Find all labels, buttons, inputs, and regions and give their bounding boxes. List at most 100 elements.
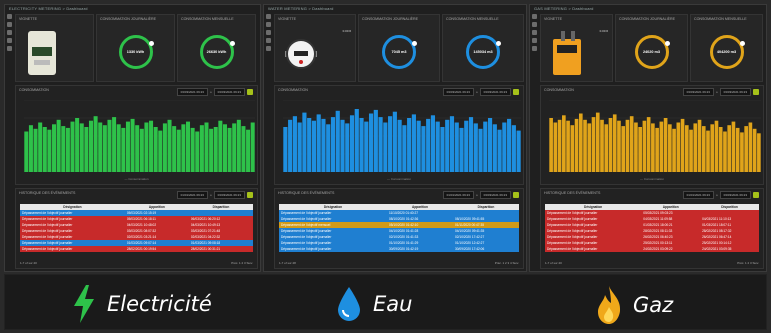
consumption-chart [283, 100, 521, 172]
chart-bar [454, 122, 459, 172]
date-separator: a [715, 193, 718, 197]
utility-legend-bar: Electricité Eau Gaz [4, 274, 767, 330]
category-water: Eau [335, 285, 412, 323]
apply-date-button[interactable] [753, 89, 759, 95]
event-date-to-input[interactable]: 03/03/2021 09:23 [719, 191, 751, 199]
date-from-input[interactable]: 03/03/2021 09:23 [682, 88, 714, 96]
chart-icon[interactable] [532, 22, 537, 27]
chart-bar [680, 118, 685, 172]
date-from-input[interactable]: 03/03/2021 09:23 [442, 88, 474, 96]
daily-label: CONSOMMATION JOURNALIÈRE [619, 17, 676, 21]
pager-count: 1-7 of sur 20 [20, 261, 37, 265]
flame-icon [598, 286, 621, 324]
table-row[interactable]: Dépassement de l'objectif journalier 24/… [545, 246, 759, 252]
home-icon[interactable] [7, 14, 12, 19]
table-row[interactable]: Dépassement de l'objectif journalier 30/… [279, 246, 519, 252]
daily-label: CONSOMMATION JOURNALIÈRE [362, 17, 419, 21]
category-gas: Gaz [595, 285, 673, 325]
chart-bar [587, 123, 592, 172]
apply-date-button[interactable] [513, 192, 519, 198]
gauge-indicator-icon [229, 40, 235, 46]
list-icon[interactable] [266, 30, 271, 35]
chart-bar [655, 127, 659, 172]
settings-icon[interactable] [266, 38, 271, 43]
home-icon[interactable] [532, 14, 537, 19]
pager-controls[interactable]: Préc. 1 2 3 Suiv. [231, 261, 253, 265]
event-date-to-input[interactable]: 03/03/2021 09:23 [213, 191, 245, 199]
event-date-to-input[interactable]: 03/03/2021 09:23 [479, 191, 511, 199]
chart-bar [570, 125, 575, 172]
chart-bar [723, 131, 727, 172]
chart-bar [181, 124, 186, 172]
date-to-input[interactable]: 03/03/2021 09:23 [479, 88, 511, 96]
list-icon[interactable] [7, 30, 12, 35]
chart-bar [135, 125, 140, 172]
list-icon[interactable] [532, 30, 537, 35]
chart-icon[interactable] [266, 22, 271, 27]
chart-bar [430, 115, 436, 172]
pager-controls[interactable]: Préc. 1 2 3 4 Suiv. [495, 261, 519, 265]
chart-legend: — Consommation [386, 177, 412, 181]
panel-sidebar [266, 14, 272, 54]
category-label-gas: Gaz [633, 293, 674, 317]
chart-bar [735, 127, 740, 172]
table-pager: 1-7 of sur 28 Préc. 1 2 3 4 Suiv. [279, 261, 519, 265]
table-row[interactable]: Dépassement de l'objectif journalier 28/… [20, 246, 253, 252]
monthly-label: CONSOMMATION MENSUELLE [446, 17, 499, 21]
chart-bar [426, 118, 431, 172]
date-to-input[interactable]: 03/03/2021 09:23 [213, 88, 245, 96]
apply-date-button[interactable] [513, 89, 519, 95]
date-from-input[interactable]: 03/03/2021 09:23 [176, 88, 208, 96]
chart-bar [98, 122, 103, 172]
user-icon[interactable] [7, 46, 12, 51]
chart-bar [397, 119, 402, 172]
event-date-from-input[interactable]: 01/01/2021 09:23 [682, 191, 714, 199]
chart-bar [402, 125, 407, 172]
events-date-range: 01/01/2021 09:23 a 03/03/2021 09:23 [442, 191, 519, 199]
gauge-indicator-icon [739, 40, 745, 46]
chart-bar [578, 113, 583, 172]
date-separator: a [475, 90, 478, 94]
events-table: Désignation Apparition Disparition Dépas… [545, 204, 759, 252]
row-disappearance: 28/02/2021 00:31:21 [190, 247, 221, 251]
chart-legend: — Consommation [124, 177, 149, 181]
date-to-input[interactable]: 03/03/2021 09:23 [719, 88, 751, 96]
category-label-electricity: Electricité [107, 292, 212, 316]
chart-bar [283, 127, 288, 172]
home-icon[interactable] [266, 14, 271, 19]
chart-bar [125, 121, 130, 172]
event-date-from-input[interactable]: 01/01/2021 09:23 [442, 191, 474, 199]
apply-date-button[interactable] [753, 192, 759, 198]
chart-bar [218, 120, 223, 172]
chart-bar [625, 119, 630, 172]
row-appearance: 30/09/2020 01:42:19 [388, 247, 419, 251]
events-date-range: 01/01/2021 09:23 a 03/03/2021 09:23 [176, 191, 253, 199]
chart-bar [88, 120, 93, 172]
chart-bar [684, 125, 689, 172]
vignette-card: VIGNETTE 0.00 € [274, 14, 356, 82]
chart-bar [47, 129, 52, 172]
pager-controls[interactable]: Préc. 1 2 3 Suiv. [737, 261, 759, 265]
chart-bar [38, 122, 43, 172]
chart-bar [28, 125, 33, 172]
chart-icon[interactable] [7, 22, 12, 27]
chart-bar [731, 121, 736, 172]
chart-bar [612, 114, 617, 172]
apply-date-button[interactable] [247, 89, 253, 95]
chart-legend: — Consommation [639, 177, 665, 181]
category-label-water: Eau [373, 292, 413, 316]
water-drop-icon [338, 287, 360, 321]
chart-bar [93, 116, 98, 172]
chart-bar [507, 118, 512, 172]
settings-icon[interactable] [532, 38, 537, 43]
chart-bar [693, 123, 698, 172]
apply-date-button[interactable] [247, 192, 253, 198]
table-pager: 1-7 of sur 20 Préc. 1 2 3 Suiv. [545, 261, 759, 265]
cost-badge: 0.00 € [342, 29, 351, 33]
user-icon[interactable] [266, 46, 271, 51]
event-date-from-input[interactable]: 01/01/2021 09:23 [176, 191, 208, 199]
chart-bar [227, 127, 232, 172]
settings-icon[interactable] [7, 38, 12, 43]
user-icon[interactable] [532, 46, 537, 51]
chart-label: CONSOMMATION [544, 88, 574, 92]
